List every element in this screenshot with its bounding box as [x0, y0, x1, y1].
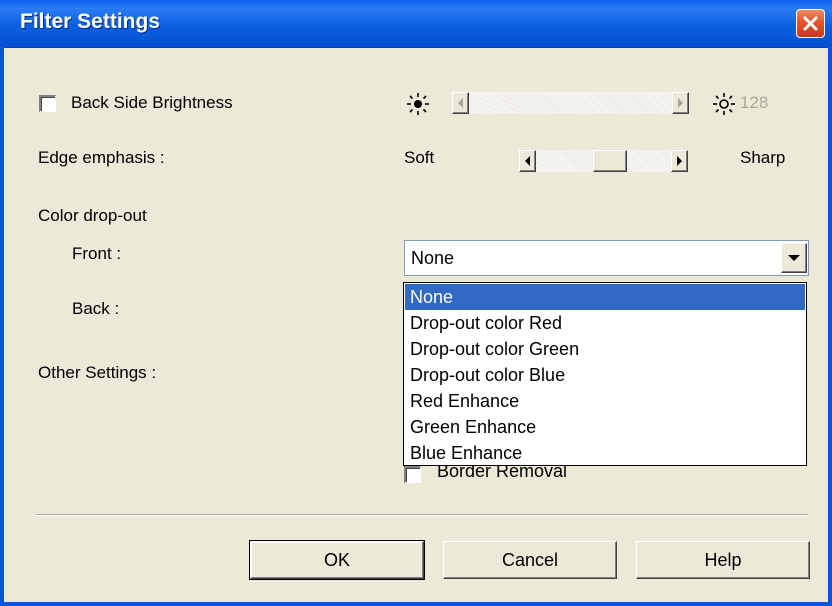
brightness-left-arrow[interactable]	[452, 92, 469, 114]
enhance-option-red[interactable]: Red Enhance	[405, 388, 805, 414]
dropout-option-green[interactable]: Drop-out color Green	[405, 336, 805, 362]
edge-emphasis-right-arrow[interactable]	[671, 150, 688, 172]
back-label: Back :	[72, 299, 120, 318]
back-side-brightness-label: Back Side Brightness	[71, 93, 233, 112]
front-dropout-arrow-button[interactable]	[781, 243, 807, 273]
dropout-option-none[interactable]: None	[405, 284, 805, 310]
sun-bright-icon	[713, 93, 735, 115]
brightness-value: 128	[740, 93, 769, 112]
arrow-right-icon	[678, 98, 683, 108]
edge-emphasis-left-arrow[interactable]	[519, 150, 536, 172]
window-title: Filter Settings	[20, 10, 161, 33]
edge-emphasis-label: Edge emphasis :	[38, 148, 165, 167]
other-settings-label: Other Settings :	[38, 363, 157, 382]
arrow-left-icon	[525, 156, 530, 166]
close-button[interactable]	[796, 9, 825, 38]
dropdown-arrow-icon	[788, 255, 800, 261]
separator	[36, 514, 808, 516]
color-dropout-heading: Color drop-out	[38, 206, 147, 225]
dropout-option-red[interactable]: Drop-out color Red	[405, 310, 805, 336]
arrow-right-icon	[677, 156, 682, 166]
dropout-option-blue[interactable]: Drop-out color Blue	[405, 362, 805, 388]
border-removal-checkbox[interactable]	[404, 466, 421, 483]
edge-sharp-label: Sharp	[740, 148, 786, 167]
front-dropout-select[interactable]: None	[404, 240, 809, 276]
window-frame-left	[0, 47, 4, 606]
help-button[interactable]: Help	[636, 541, 810, 579]
back-side-brightness-checkbox[interactable]	[39, 95, 56, 112]
edge-soft-label: Soft	[404, 148, 435, 167]
title-bar[interactable]: Filter Settings	[0, 0, 832, 48]
close-icon	[803, 16, 818, 31]
edge-emphasis-slider-thumb[interactable]	[593, 150, 627, 172]
front-dropout-value: None	[411, 248, 455, 268]
window-frame-bottom	[0, 602, 832, 606]
enhance-option-green[interactable]: Green Enhance	[405, 414, 805, 440]
ok-button[interactable]: OK	[249, 540, 425, 580]
window-frame-right	[828, 47, 832, 606]
enhance-option-blue[interactable]: Blue Enhance	[405, 440, 805, 466]
sun-dim-icon	[407, 93, 429, 115]
front-dropout-list[interactable]: None Drop-out color Red Drop-out color G…	[403, 282, 807, 466]
arrow-left-icon	[458, 98, 463, 108]
cancel-button[interactable]: Cancel	[443, 541, 617, 579]
brightness-right-arrow[interactable]	[672, 92, 689, 114]
front-label: Front :	[72, 244, 122, 263]
brightness-slider-track[interactable]	[469, 92, 672, 114]
